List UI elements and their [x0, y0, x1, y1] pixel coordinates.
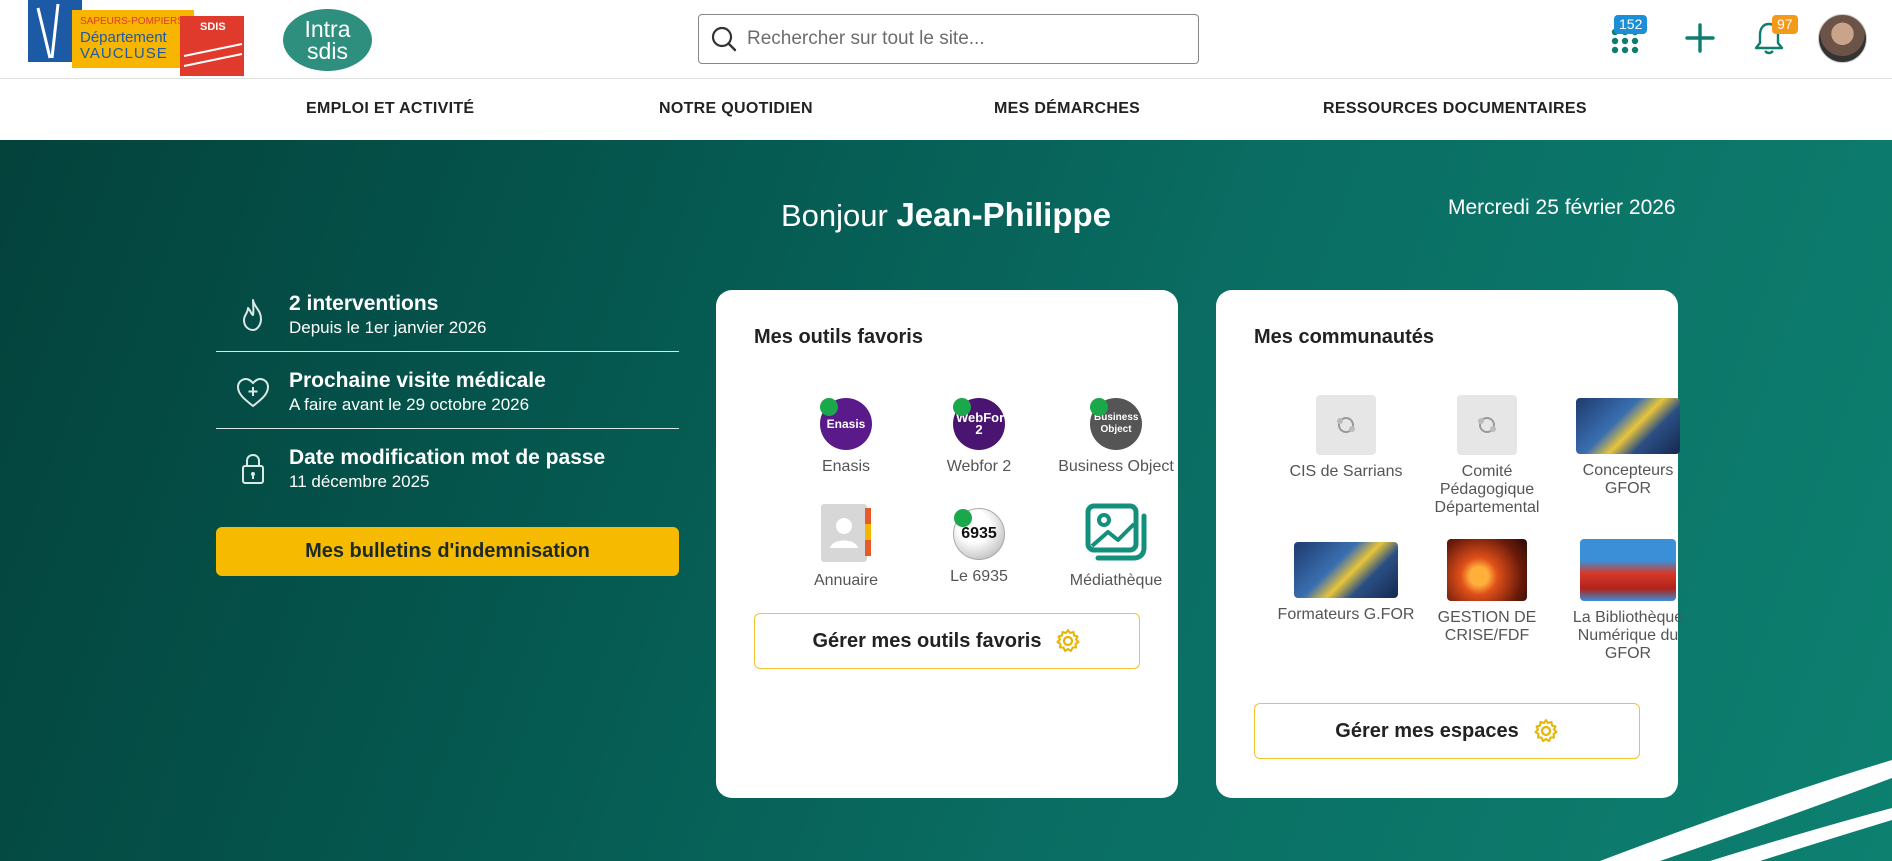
- plus-icon: [1685, 23, 1715, 53]
- community-thumbnail: [1294, 542, 1398, 598]
- tool-label: Webfor 2: [946, 458, 1012, 475]
- nav-item-ressources[interactable]: RESSOURCES DOCUMENTAIRES: [1323, 100, 1587, 118]
- community-label: CIS de Sarrians: [1289, 463, 1403, 480]
- tool-webfor[interactable]: WebFor 2 Webfor 2: [909, 398, 1049, 476]
- community-gestion-crise[interactable]: GESTION DE CRISE/FDF: [1417, 539, 1557, 645]
- svg-text:VAUCLUSE: VAUCLUSE: [80, 45, 168, 62]
- community-concepteurs-gfor[interactable]: Concepteurs GFOR: [1558, 398, 1698, 498]
- hero-section: Bonjour Jean-Philippe Mercredi 25 févrie…: [0, 140, 1892, 861]
- card-title: Mes communautés: [1254, 326, 1435, 348]
- tool-label: Médiathèque: [1069, 572, 1163, 589]
- image-gallery-icon: [1085, 503, 1147, 561]
- nav-item-emploi[interactable]: EMPLOI ET ACTIVITÉ: [306, 100, 474, 118]
- status-dot: [953, 398, 971, 416]
- community-label: Concepteurs GFOR: [1582, 462, 1674, 497]
- user-name: Jean-Philippe: [896, 196, 1112, 233]
- notifications-count-badge: 97: [1772, 15, 1798, 34]
- favorite-tools-card: Mes outils favoris Enasis Enasis WebFor …: [716, 290, 1178, 798]
- tool-mediatheque[interactable]: Médiathèque: [1046, 502, 1186, 590]
- tool-label: Annuaire: [813, 572, 879, 589]
- stat-title: Date modification mot de passe: [289, 446, 606, 469]
- webfor-icon: WebFor 2: [953, 398, 1005, 450]
- divider: [216, 351, 679, 352]
- le-6935-icon: 6935: [953, 508, 1005, 560]
- add-button[interactable]: [1684, 22, 1716, 54]
- tool-badge-text: 6935: [961, 525, 997, 542]
- tool-business-object[interactable]: Business Object Business Object: [1046, 398, 1186, 476]
- tool-label: Le 6935: [950, 568, 1008, 585]
- status-dot: [1090, 398, 1108, 416]
- gear-icon: [1534, 719, 1558, 742]
- nav-item-demarches[interactable]: MES DÉMARCHES: [994, 100, 1140, 118]
- stat-subtitle: 11 décembre 2025: [289, 472, 430, 491]
- logo-intra-line1: Intra: [304, 16, 351, 42]
- gear-icon: [1056, 629, 1080, 652]
- community-comite-pedagogique[interactable]: Comité Pédagogique Départemental: [1417, 395, 1557, 517]
- business-object-icon: Business Object: [1090, 398, 1142, 450]
- intrasdis-logo[interactable]: Intra sdis: [283, 9, 372, 71]
- tool-enasis[interactable]: Enasis Enasis: [776, 398, 916, 476]
- community-thumbnail: [1576, 398, 1680, 454]
- user-avatar[interactable]: [1818, 14, 1867, 63]
- stat-subtitle: Depuis le 1er janvier 2026: [289, 318, 487, 337]
- community-bibliotheque-numerique[interactable]: La Bibliothèque Numérique du GFOR: [1558, 539, 1698, 663]
- community-label: Comité Pédagogique Départemental: [1434, 463, 1540, 516]
- card-title: Mes outils favoris: [754, 326, 923, 348]
- lock-icon: [242, 453, 264, 484]
- bulletins-button[interactable]: Mes bulletins d'indemnisation: [216, 527, 679, 576]
- enasis-icon: Enasis: [820, 398, 872, 450]
- svg-text:SAPEURS-POMPIERS: SAPEURS-POMPIERS: [80, 16, 184, 27]
- main-nav: [0, 80, 1892, 140]
- current-date: Mercredi 25 février 2026: [1448, 196, 1676, 219]
- manage-tools-label: Gérer mes outils favoris: [812, 629, 1042, 652]
- svg-text:Département: Département: [80, 29, 168, 46]
- tool-le-6935[interactable]: 6935 Le 6935: [909, 508, 1049, 586]
- tool-label: Business Object: [1058, 458, 1174, 475]
- tool-badge-text: Enasis: [826, 417, 866, 431]
- divider: [216, 428, 679, 429]
- community-formateurs-gfor[interactable]: Formateurs G.FOR: [1276, 542, 1416, 624]
- communities-card: Mes communautés CIS de Sarrians Comité P…: [1216, 290, 1683, 798]
- community-cis-sarrians[interactable]: CIS de Sarrians: [1276, 395, 1416, 481]
- community-placeholder-icon: [1457, 395, 1517, 455]
- status-dot: [820, 398, 838, 416]
- greeting-text: Bonjour: [780, 198, 888, 233]
- search-icon: [711, 26, 737, 52]
- manage-tools-button[interactable]: Gérer mes outils favoris: [754, 613, 1140, 669]
- flame-icon: [243, 299, 262, 331]
- manage-spaces-label: Gérer mes espaces: [1335, 719, 1519, 742]
- community-thumbnail: [1580, 539, 1676, 601]
- stat-password-change: Date modification mot de passe 11 décemb…: [216, 446, 679, 496]
- stat-interventions: 2 interventions Depuis le 1er janvier 20…: [216, 292, 679, 342]
- sdis-logo[interactable]: SAPEURS-POMPIERS Département VAUCLUSE SD…: [28, 0, 244, 76]
- search-box[interactable]: [698, 14, 1199, 64]
- svg-text:SDIS: SDIS: [200, 21, 226, 33]
- stat-subtitle: A faire avant le 29 octobre 2026: [289, 395, 530, 414]
- top-header: SAPEURS-POMPIERS Département VAUCLUSE SD…: [0, 0, 1892, 79]
- status-dot: [954, 509, 972, 527]
- tool-label: Enasis: [821, 458, 871, 475]
- search-input[interactable]: [747, 28, 1167, 50]
- stat-title: Prochaine visite médicale: [289, 369, 546, 392]
- community-label: La Bibliothèque Numérique du GFOR: [1572, 609, 1684, 662]
- community-placeholder-icon: [1316, 395, 1376, 455]
- heart-plus-icon: [236, 377, 270, 408]
- tool-annuaire[interactable]: Annuaire: [776, 502, 916, 590]
- stat-medical-visit: Prochaine visite médicale A faire avant …: [216, 369, 679, 419]
- community-thumbnail: [1447, 539, 1527, 601]
- address-book-icon: [821, 504, 871, 562]
- community-label: Formateurs G.FOR: [1277, 606, 1415, 623]
- logo-intra-line2: sdis: [307, 38, 348, 64]
- apps-count-badge: 152: [1614, 15, 1648, 34]
- manage-spaces-button[interactable]: Gérer mes espaces: [1254, 703, 1640, 759]
- stat-title: 2 interventions: [289, 292, 439, 315]
- nav-item-quotidien[interactable]: NOTRE QUOTIDIEN: [659, 100, 813, 118]
- community-label: GESTION DE CRISE/FDF: [1437, 609, 1537, 644]
